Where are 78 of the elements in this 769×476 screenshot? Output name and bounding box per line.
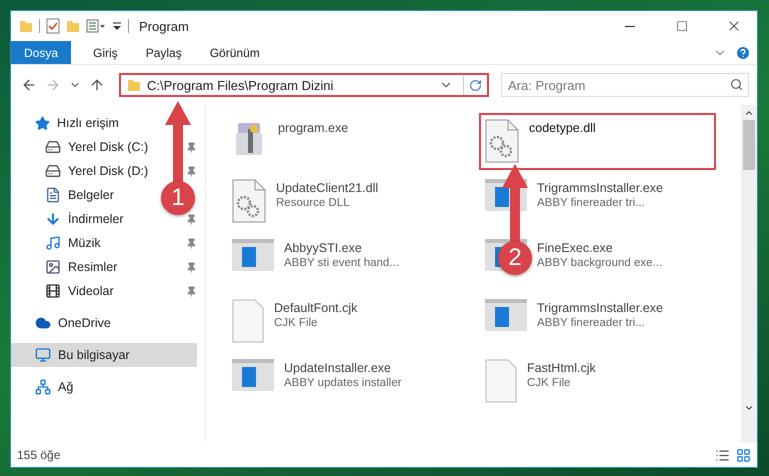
folder-icon bbox=[19, 19, 33, 33]
sidebar-item[interactable]: Bu bilgisayar bbox=[11, 343, 197, 367]
file-name: program.exe bbox=[278, 121, 348, 135]
pin-icon[interactable] bbox=[186, 262, 197, 272]
sidebar-item[interactable]: Videolar bbox=[11, 279, 120, 303]
pin-icon[interactable] bbox=[186, 214, 197, 224]
ribbon-tab[interactable]: Giriş bbox=[79, 41, 132, 64]
network-icon bbox=[35, 379, 51, 395]
file-type: Resource DLL bbox=[276, 197, 351, 209]
file-type: ABBY sti event hand... bbox=[284, 257, 399, 269]
document-icon bbox=[45, 187, 61, 203]
music-note-icon bbox=[45, 235, 61, 251]
ribbon-tab[interactable]: Paylaş bbox=[132, 41, 196, 64]
address-path: C:\Program Files\Program Dizini bbox=[147, 78, 334, 92]
file-name: TrigrammsInstaller.exe bbox=[537, 301, 663, 315]
file-name: FastHtml.cjk bbox=[527, 361, 596, 375]
file-type: ABBY finereader tri... bbox=[537, 317, 646, 329]
address-bar[interactable]: C:\Program Files\Program Dizini bbox=[119, 73, 489, 97]
step-number: 2 bbox=[498, 241, 532, 275]
file-name: AbbyySTI.exe bbox=[284, 241, 363, 255]
file-type: ABBY updates installer bbox=[284, 377, 402, 389]
sidebar-item[interactable]: İndirmeler bbox=[11, 207, 130, 231]
folder-icon bbox=[127, 78, 141, 92]
gear-file-icon bbox=[485, 119, 519, 163]
refresh-icon bbox=[469, 78, 482, 92]
details-view-icon[interactable] bbox=[715, 448, 730, 462]
sidebar-item[interactable]: Yerel Disk (C:) bbox=[11, 135, 154, 159]
file-name: FineExec.exe bbox=[537, 241, 614, 255]
sidebar-item[interactable]: Yerel Disk (D:) bbox=[11, 159, 154, 183]
item-count: 155 öğe bbox=[17, 448, 60, 462]
sidebar-item[interactable]: Belgeler bbox=[11, 183, 120, 207]
file-name: DefaultFont.cjk bbox=[274, 301, 358, 315]
drive-icon bbox=[45, 163, 61, 179]
file-menu-button[interactable]: Dosya bbox=[11, 41, 72, 64]
film-icon bbox=[45, 283, 61, 299]
pin-icon[interactable] bbox=[186, 286, 197, 296]
tiles-view-icon[interactable] bbox=[736, 448, 751, 462]
gear-file-icon bbox=[232, 179, 266, 223]
sidebar-item[interactable]: Resimler bbox=[11, 255, 124, 279]
document-icon bbox=[485, 359, 517, 403]
app-window-icon bbox=[485, 299, 527, 331]
file-type: ABBY finereader tri... bbox=[537, 197, 646, 209]
file-name: UpdateClient21.dll bbox=[276, 181, 378, 195]
file-type: ABBY background exe... bbox=[537, 257, 662, 269]
drive-icon bbox=[45, 139, 61, 155]
app-window-icon bbox=[232, 239, 274, 271]
up-button[interactable] bbox=[89, 77, 105, 93]
pin-icon[interactable] bbox=[186, 166, 197, 176]
star-icon bbox=[35, 116, 50, 130]
file-name: UpdateInstaller.exe bbox=[284, 361, 392, 375]
back-button[interactable] bbox=[21, 77, 37, 93]
document-icon bbox=[232, 299, 264, 343]
search-field[interactable]: Ara: Program bbox=[501, 73, 749, 97]
window-title: Program bbox=[139, 18, 189, 34]
search-icon bbox=[730, 78, 743, 91]
file-name: TrigrammsInstaller.exe bbox=[537, 181, 663, 195]
file-name: codetype.dll bbox=[529, 121, 596, 135]
app-window-icon bbox=[232, 359, 274, 391]
maximize-icon bbox=[676, 20, 688, 32]
sidebar-item[interactable]: Hızlı erişim bbox=[11, 111, 125, 135]
cloud-icon bbox=[35, 315, 51, 331]
checklist-icon[interactable] bbox=[46, 18, 60, 34]
file-type: CJK File bbox=[527, 377, 572, 389]
pin-icon[interactable] bbox=[186, 142, 197, 152]
step-number: 1 bbox=[161, 181, 195, 215]
picture-icon bbox=[45, 259, 61, 275]
monitor-icon bbox=[35, 347, 51, 363]
sidebar-item[interactable]: Ağ bbox=[11, 375, 80, 399]
pin-icon[interactable] bbox=[186, 238, 197, 248]
file-item[interactable]: codetype.dll bbox=[479, 113, 716, 170]
help-icon[interactable] bbox=[735, 44, 751, 60]
dropdown-icon[interactable] bbox=[112, 21, 122, 31]
file-type: CJK File bbox=[274, 317, 318, 329]
ribbon-tab[interactable]: Görünüm bbox=[196, 41, 274, 64]
sidebar-item[interactable]: OneDrive bbox=[11, 311, 117, 335]
properties-icon[interactable] bbox=[86, 19, 106, 33]
scrollbar-thumb[interactable] bbox=[743, 120, 755, 170]
sidebar-item[interactable]: Müzik bbox=[11, 231, 107, 255]
